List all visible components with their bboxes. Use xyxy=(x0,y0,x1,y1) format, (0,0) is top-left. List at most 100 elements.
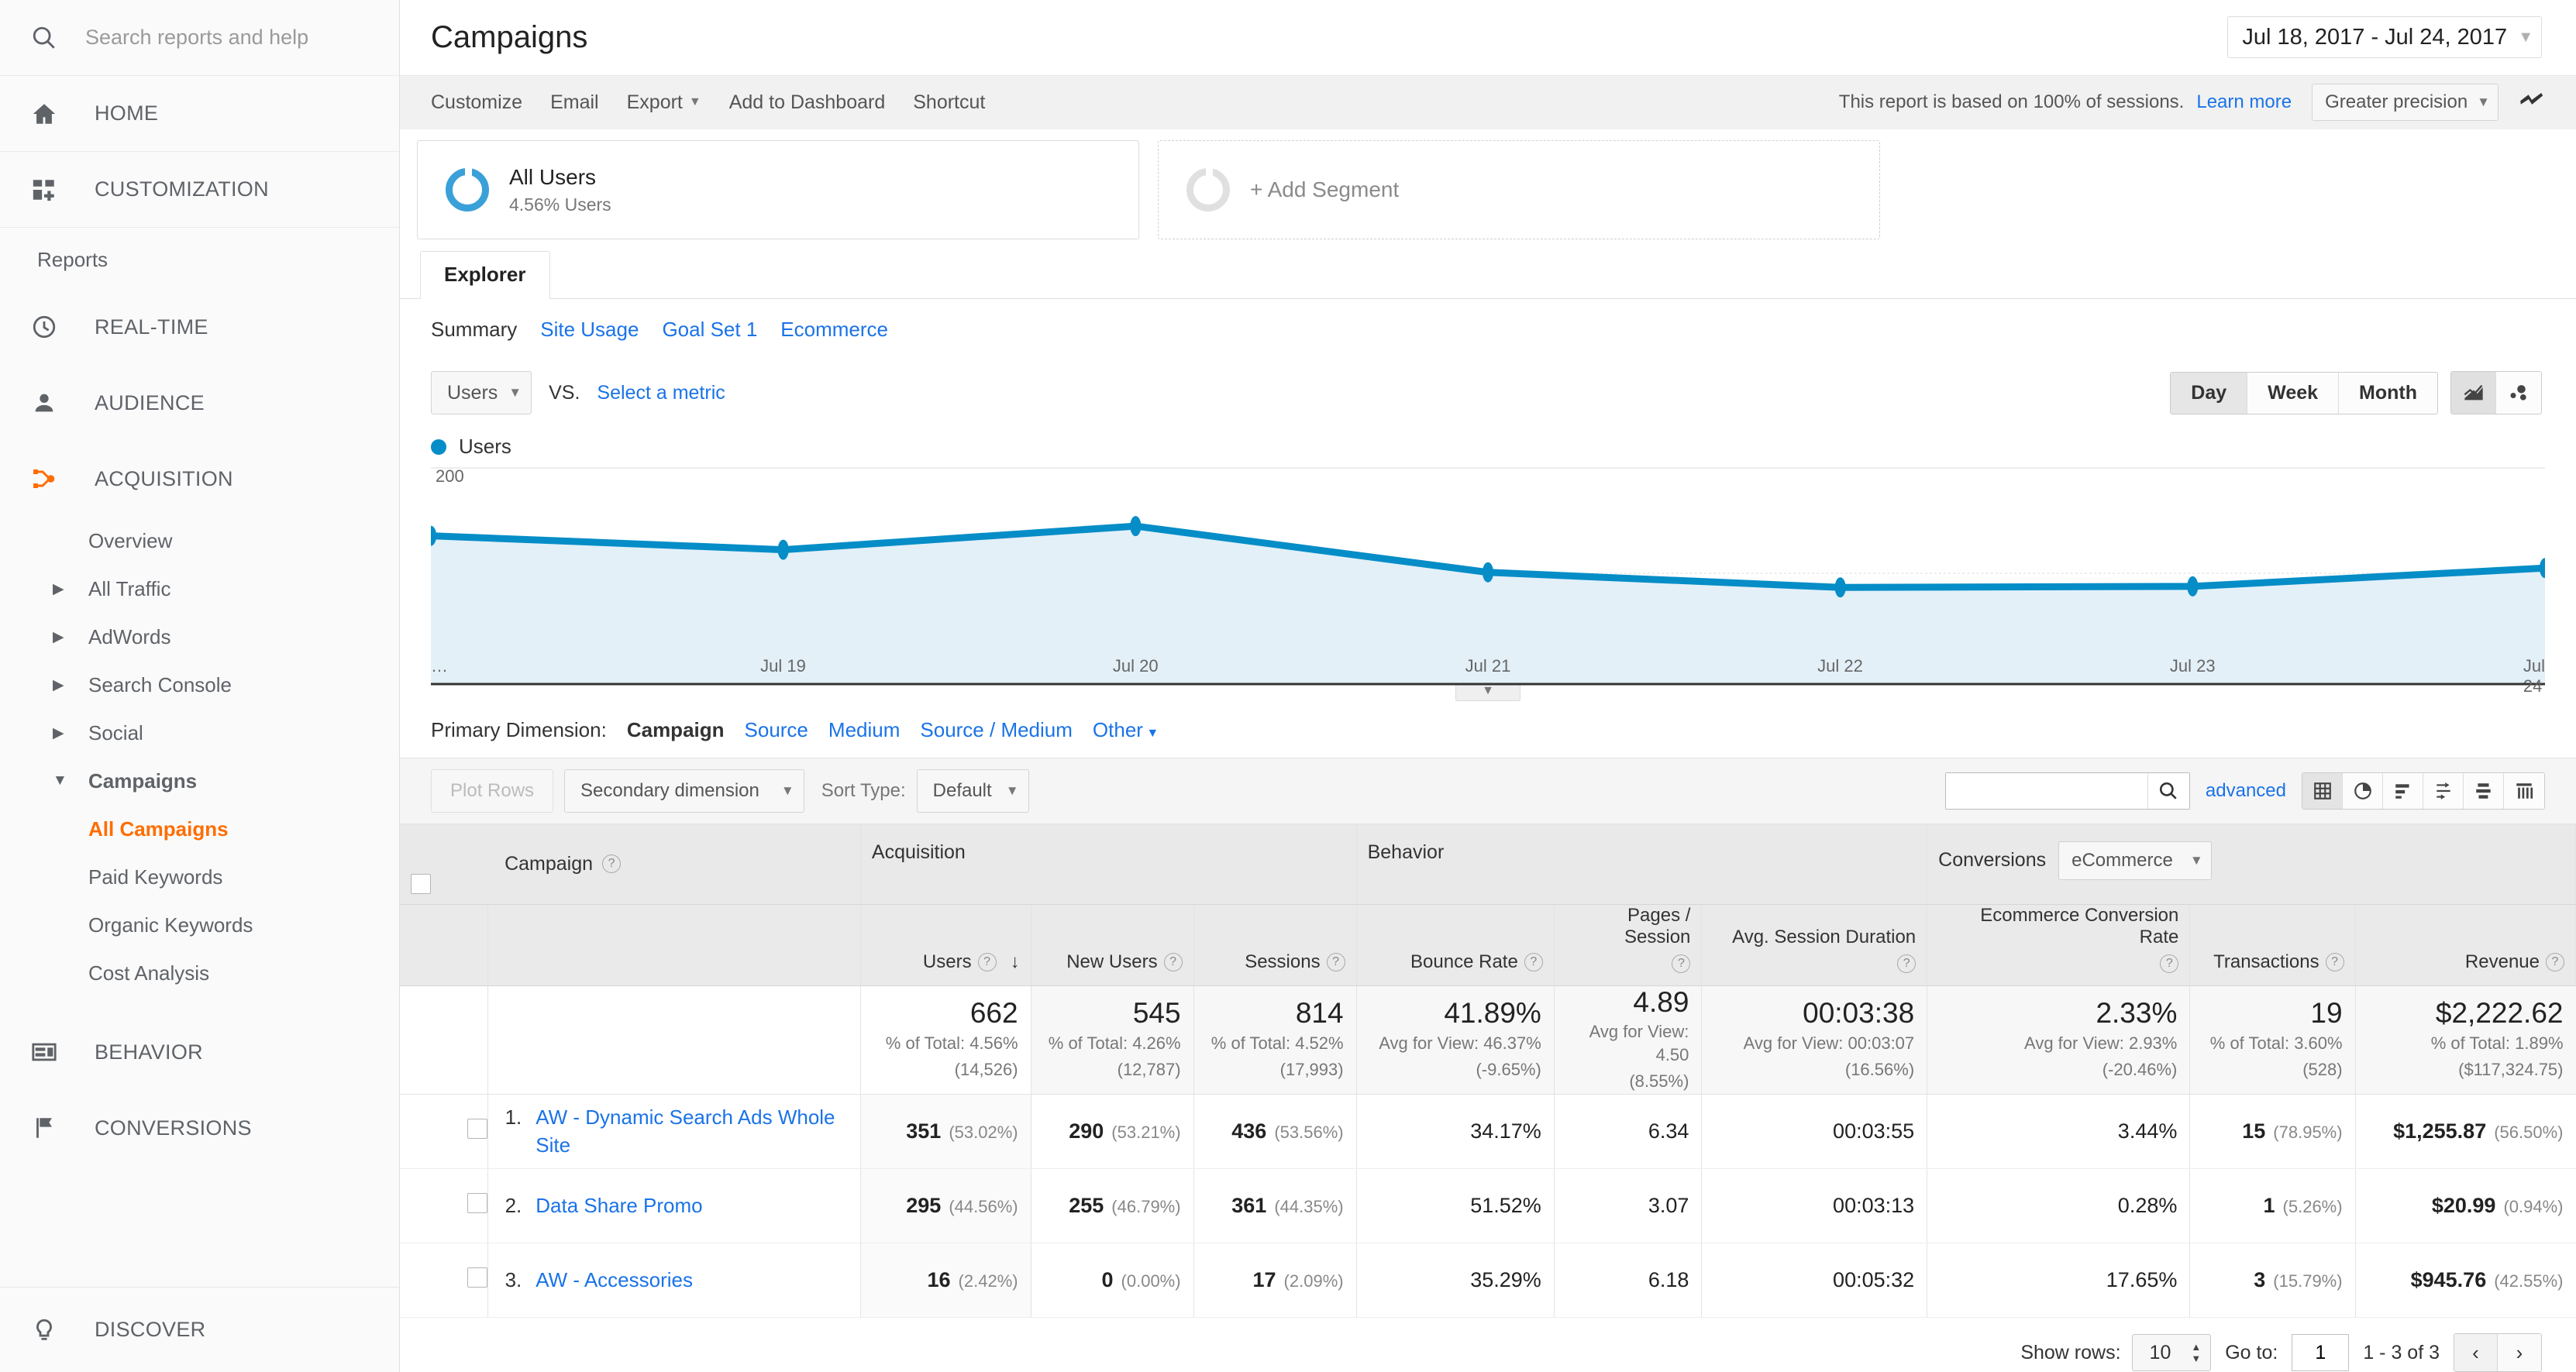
subtab-goal-set-1[interactable]: Goal Set 1 xyxy=(662,318,757,342)
plot-rows-button[interactable]: Plot Rows xyxy=(431,769,553,813)
segment-all-users[interactable]: All Users 4.56% Users xyxy=(417,140,1139,239)
table-row[interactable]: 1. AW - Dynamic Search Ads Whole Site 35… xyxy=(400,1095,2576,1169)
granularity-day-button[interactable]: Day xyxy=(2171,373,2247,414)
performance-view-icon[interactable] xyxy=(2423,773,2464,809)
show-rows-select[interactable]: 10 ▲▼ xyxy=(2132,1334,2212,1371)
sidebar-item-behavior-label: BEHAVIOR xyxy=(77,1040,203,1064)
learn-more-link[interactable]: Learn more xyxy=(2196,91,2292,113)
column-header-transactions[interactable]: Transactions? xyxy=(2190,905,2355,986)
primary-dimension-source-medium[interactable]: Source / Medium xyxy=(920,718,1073,742)
column-header-revenue[interactable]: Revenue? xyxy=(2355,905,2575,986)
table-row[interactable]: 2. Data Share Promo 295(44.56%) 255(46.7… xyxy=(400,1169,2576,1243)
chart-point[interactable] xyxy=(1483,562,1493,583)
sidebar-item-adwords[interactable]: ▶ AdWords xyxy=(0,613,399,661)
table-view-icon[interactable] xyxy=(2302,773,2343,809)
row-checkbox[interactable] xyxy=(467,1119,487,1139)
sidebar-item-acquisition[interactable]: ACQUISITION xyxy=(0,441,399,517)
email-button[interactable]: Email xyxy=(550,91,599,114)
chart-point[interactable] xyxy=(1130,516,1141,536)
column-header-sessions[interactable]: Sessions? xyxy=(1193,905,1356,986)
conversions-type-selector[interactable]: eCommerce ▼ xyxy=(2058,841,2212,880)
granularity-month-button[interactable]: Month xyxy=(2339,373,2437,414)
help-icon[interactable]: ? xyxy=(1897,954,1916,973)
sort-type-selector[interactable]: Default ▼ xyxy=(917,769,1029,813)
primary-dimension-medium[interactable]: Medium xyxy=(828,718,900,742)
column-header-users[interactable]: Users?↓ xyxy=(860,905,1031,986)
column-header-new-users[interactable]: New Users? xyxy=(1031,905,1193,986)
column-header-bounce-rate[interactable]: Bounce Rate? xyxy=(1356,905,1554,986)
advanced-link[interactable]: advanced xyxy=(2206,780,2286,802)
add-to-dashboard-button[interactable]: Add to Dashboard xyxy=(729,91,886,114)
metric-selector[interactable]: Users ▼ xyxy=(431,371,532,414)
sampling-badge-icon[interactable] xyxy=(2511,87,2545,119)
sidebar-item-audience[interactable]: AUDIENCE xyxy=(0,365,399,441)
search-input[interactable] xyxy=(1946,773,2147,809)
chart-point[interactable] xyxy=(1835,577,1846,597)
pie-view-icon[interactable] xyxy=(2343,773,2383,809)
row-checkbox[interactable] xyxy=(467,1267,487,1288)
help-icon[interactable]: ? xyxy=(2160,954,2178,973)
subtab-site-usage[interactable]: Site Usage xyxy=(540,318,639,342)
help-icon[interactable]: ? xyxy=(2546,953,2564,971)
help-icon[interactable]: ? xyxy=(2326,953,2344,971)
sidebar-item-customization[interactable]: CUSTOMIZATION xyxy=(0,152,399,228)
help-icon[interactable]: ? xyxy=(602,854,621,873)
sidebar-item-paid-keywords[interactable]: Paid Keywords xyxy=(0,853,399,901)
prev-page-button[interactable]: ‹ xyxy=(2454,1334,2498,1371)
tab-explorer[interactable]: Explorer xyxy=(420,251,550,299)
sidebar-item-real-time[interactable]: REAL-TIME xyxy=(0,289,399,365)
subtab-ecommerce[interactable]: Ecommerce xyxy=(780,318,888,342)
sidebar-item-conversions[interactable]: CONVERSIONS xyxy=(0,1090,399,1166)
line-chart-icon[interactable] xyxy=(2451,372,2496,414)
sidebar-item-discover[interactable]: DISCOVER xyxy=(0,1287,399,1372)
export-button[interactable]: Export▼ xyxy=(627,91,701,114)
bar-view-icon[interactable] xyxy=(2383,773,2423,809)
select-all-checkbox[interactable] xyxy=(411,874,431,894)
sidebar-item-social[interactable]: ▶ Social xyxy=(0,709,399,757)
select-a-metric-link[interactable]: Select a metric xyxy=(597,382,725,404)
scatter-chart-icon[interactable] xyxy=(2496,372,2541,414)
sidebar-item-all-traffic[interactable]: ▶ All Traffic xyxy=(0,565,399,613)
column-header-avg-session-duration[interactable]: Avg. Session Duration? xyxy=(1702,905,1927,986)
chart-point[interactable] xyxy=(2187,576,2198,597)
sidebar-item-organic-keywords[interactable]: Organic Keywords xyxy=(0,901,399,949)
precision-selector[interactable]: Greater precision ▼ xyxy=(2312,84,2499,121)
campaign-link[interactable]: Data Share Promo xyxy=(536,1192,702,1219)
primary-dimension-source[interactable]: Source xyxy=(745,718,808,742)
comparison-view-icon[interactable] xyxy=(2464,773,2504,809)
pivot-view-icon[interactable] xyxy=(2504,773,2544,809)
goto-input[interactable] xyxy=(2292,1334,2349,1371)
column-header-ecommerce-conversion-rate[interactable]: Ecommerce Conversion Rate? xyxy=(1927,905,2190,986)
primary-dimension-campaign[interactable]: Campaign xyxy=(627,718,725,742)
campaign-link[interactable]: AW - Dynamic Search Ads Whole Site xyxy=(536,1104,860,1158)
row-checkbox[interactable] xyxy=(467,1193,487,1213)
sidebar-item-all-campaigns[interactable]: All Campaigns xyxy=(0,805,399,853)
help-icon[interactable]: ? xyxy=(1327,953,1345,971)
sidebar-item-behavior[interactable]: BEHAVIOR xyxy=(0,1014,399,1090)
secondary-dimension-selector[interactable]: Secondary dimension ▼ xyxy=(564,769,804,813)
customize-button[interactable]: Customize xyxy=(431,91,522,114)
next-page-button[interactable]: › xyxy=(2498,1334,2541,1371)
sidebar-item-search-console[interactable]: ▶ Search Console xyxy=(0,661,399,709)
help-icon[interactable]: ? xyxy=(978,953,997,971)
help-icon[interactable]: ? xyxy=(1672,954,1690,973)
sidebar-item-overview[interactable]: Overview xyxy=(0,517,399,565)
sidebar-item-cost-analysis[interactable]: Cost Analysis xyxy=(0,949,399,997)
search-bar[interactable]: Search reports and help xyxy=(0,0,399,76)
sidebar-item-campaigns[interactable]: ▼ Campaigns xyxy=(0,757,399,805)
help-icon[interactable]: ? xyxy=(1524,953,1543,971)
table-row[interactable]: 3. AW - Accessories 16(2.42%) 0(0.00%) 1… xyxy=(400,1243,2576,1318)
search-icon[interactable] xyxy=(2147,773,2189,809)
subtab-summary[interactable]: Summary xyxy=(431,318,517,342)
date-range-picker[interactable]: Jul 18, 2017 - Jul 24, 2017 ▼ xyxy=(2227,16,2542,58)
granularity-week-button[interactable]: Week xyxy=(2247,373,2339,414)
campaign-link[interactable]: AW - Accessories xyxy=(536,1267,693,1294)
shortcut-button[interactable]: Shortcut xyxy=(913,91,985,114)
sidebar-item-home[interactable]: HOME xyxy=(0,76,399,152)
add-segment-button[interactable]: + Add Segment xyxy=(1158,140,1880,239)
chart-point[interactable] xyxy=(778,540,789,560)
search-icon xyxy=(31,25,77,51)
help-icon[interactable]: ? xyxy=(1164,953,1183,971)
column-header-pages-session[interactable]: Pages / Session? xyxy=(1554,905,1702,986)
primary-dimension-other[interactable]: Other ▼ xyxy=(1093,718,1159,742)
